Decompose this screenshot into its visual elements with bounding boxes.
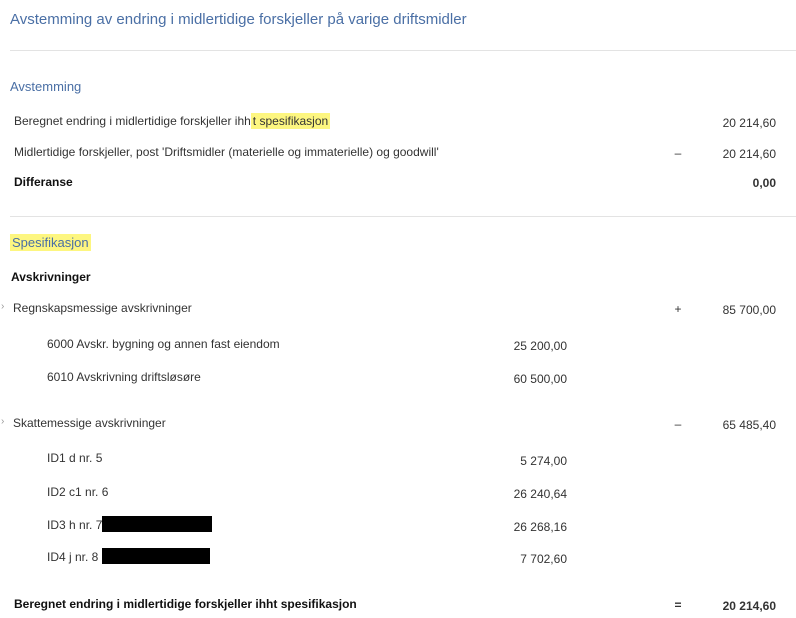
group-skatt-label[interactable]: Skattemessige avskrivninger <box>13 416 166 430</box>
chevron-icon[interactable]: › <box>1 416 4 427</box>
divider <box>10 216 796 217</box>
total-value: 20 214,60 <box>722 599 776 613</box>
list-item-value: 5 274,00 <box>520 454 567 468</box>
operator-plus: + <box>674 302 682 316</box>
list-item-value: 26 268,16 <box>513 520 567 534</box>
group-regnskap-label[interactable]: Regnskapsmessige avskrivninger <box>13 301 192 315</box>
highlighted-heading: Spesifikasjon <box>10 234 91 251</box>
list-item-label: 6010 Avskrivning driftsløsøre <box>47 370 201 384</box>
redaction-block <box>102 548 210 564</box>
section-heading-avstemming: Avstemming <box>10 79 82 94</box>
page-title: Avstemming av endring i midlertidige for… <box>10 11 467 28</box>
row-label: Beregnet endring i midlertidige forskjel… <box>14 114 251 128</box>
list-item-value: 25 200,00 <box>513 339 567 353</box>
list-item-label: ID3 h nr. 7 <box>47 518 103 532</box>
reconciliation-value-calculated: 20 214,60 <box>722 116 776 130</box>
difference-value: 0,00 <box>752 176 776 190</box>
operator-minus: – <box>674 146 682 160</box>
list-item-label: 6000 Avskr. bygning og annen fast eiendo… <box>47 337 280 351</box>
list-item-label: ID2 c1 nr. 6 <box>47 485 109 499</box>
operator-equals: = <box>674 598 682 612</box>
chevron-icon[interactable]: › <box>1 301 4 312</box>
reconciliation-row-calculated: Beregnet endring i midlertidige forskjel… <box>14 113 331 129</box>
operator-minus: – <box>674 417 682 431</box>
list-item-label: ID4 j nr. 8 <box>47 550 99 564</box>
reconciliation-row-post: Midlertidige forskjeller, post 'Driftsmi… <box>14 145 439 159</box>
redaction-block <box>102 516 212 532</box>
list-item-label: ID1 d nr. 5 <box>47 451 103 465</box>
divider <box>10 50 796 51</box>
subheading-avskrivninger: Avskrivninger <box>11 270 91 284</box>
reconciliation-value-post: 20 214,60 <box>722 147 776 161</box>
group-skatt-value: 65 485,40 <box>722 418 776 432</box>
list-item-value: 7 702,60 <box>520 552 567 566</box>
highlighted-text: t spesifikasjon <box>250 113 331 129</box>
list-item-value: 26 240,64 <box>513 487 567 501</box>
total-label: Beregnet endring i midlertidige forskjel… <box>14 597 357 611</box>
difference-label: Differanse <box>14 175 73 189</box>
list-item-value: 60 500,00 <box>513 372 567 386</box>
section-heading-spesifikasjon: Spesifikasjon <box>10 234 91 251</box>
group-regnskap-value: 85 700,00 <box>722 303 776 317</box>
